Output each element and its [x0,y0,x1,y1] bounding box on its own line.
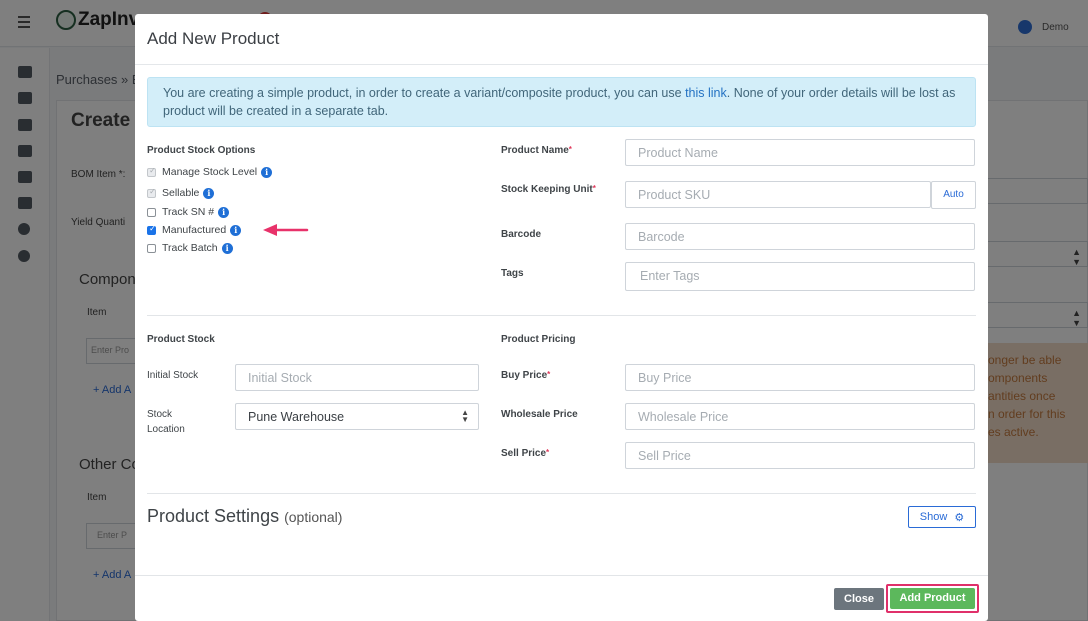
option-label: Track SN # [162,206,215,218]
alert-text-before: You are creating a simple product, in or… [163,86,686,100]
initial-stock-label: Initial Stock [147,370,199,381]
product-name-input[interactable]: Product Name [625,139,975,166]
auto-sku-button[interactable]: Auto [931,181,976,209]
option-label: Sellable [162,187,200,199]
section-divider [147,315,976,316]
checkbox-track-batch[interactable] [147,243,156,253]
checkbox-manufactured[interactable]: ✓ [147,224,156,235]
option-label: Manufactured [162,224,227,236]
option-track-batch[interactable]: Track Batch i [147,242,233,254]
info-icon[interactable]: i [218,206,230,218]
sku-input[interactable]: Product SKU [625,181,931,208]
arrow-annotation-icon [263,224,309,236]
product-name-label: Product Name* [501,145,572,156]
product-stock-heading: Product Stock [147,334,215,345]
option-sellable[interactable]: ✓ Sellable i [147,187,215,199]
stock-location-value: Pune Warehouse [248,410,345,424]
section-divider [147,493,976,494]
product-settings-heading: Product Settings (optional) [147,506,343,526]
tags-label: Tags [501,268,524,279]
gear-icon: ⚙ [954,511,965,524]
info-icon[interactable]: i [203,187,215,199]
modal-header: Add New Product [135,14,988,65]
product-pricing-heading: Product Pricing [501,334,576,345]
barcode-label: Barcode [501,229,542,240]
info-icon[interactable]: i [230,224,242,236]
add-product-button[interactable]: Add Product [890,588,975,609]
add-product-highlight: Add Product [886,584,979,613]
initial-stock-input[interactable]: Initial Stock [235,364,479,391]
checkbox-manage-stock[interactable]: ✓ [147,166,156,177]
stock-options-heading: Product Stock Options [147,145,256,156]
info-icon[interactable]: i [221,242,233,254]
add-product-modal: Add New Product You are creating a simpl… [135,14,988,621]
show-settings-button[interactable]: Show ⚙ [908,506,976,528]
sku-label: Stock Keeping Unit* [501,184,596,195]
wholesale-price-label: Wholesale Price [501,409,578,420]
info-icon[interactable]: i [261,166,273,178]
stock-location-select[interactable]: Pune Warehouse ▲ ▼ [235,403,479,430]
info-alert: You are creating a simple product, in or… [147,77,976,127]
stock-location-label: Stock Location [147,409,185,435]
sell-price-input[interactable]: Sell Price [625,442,975,469]
option-manage-stock[interactable]: ✓ Manage Stock Level i [147,166,273,178]
option-label: Track Batch [162,242,218,254]
chevron-updown-icon: ▲ ▼ [461,408,469,424]
option-track-sn[interactable]: Track SN # i [147,206,230,218]
checkbox-sellable[interactable]: ✓ [147,187,156,198]
barcode-input[interactable]: Barcode [625,223,975,250]
modal-title: Add New Product [147,29,280,48]
tags-input[interactable]: Enter Tags [625,262,975,291]
option-label: Manage Stock Level [162,166,258,178]
buy-price-label: Buy Price* [501,370,551,381]
sell-price-label: Sell Price* [501,448,550,459]
close-button[interactable]: Close [834,588,884,610]
footer-divider [135,575,988,576]
buy-price-input[interactable]: Buy Price [625,364,975,391]
wholesale-price-input[interactable]: Wholesale Price [625,403,975,430]
variant-link[interactable]: this link [685,86,727,100]
option-manufactured[interactable]: ✓ Manufactured i [147,224,242,236]
checkbox-track-sn[interactable] [147,207,156,217]
